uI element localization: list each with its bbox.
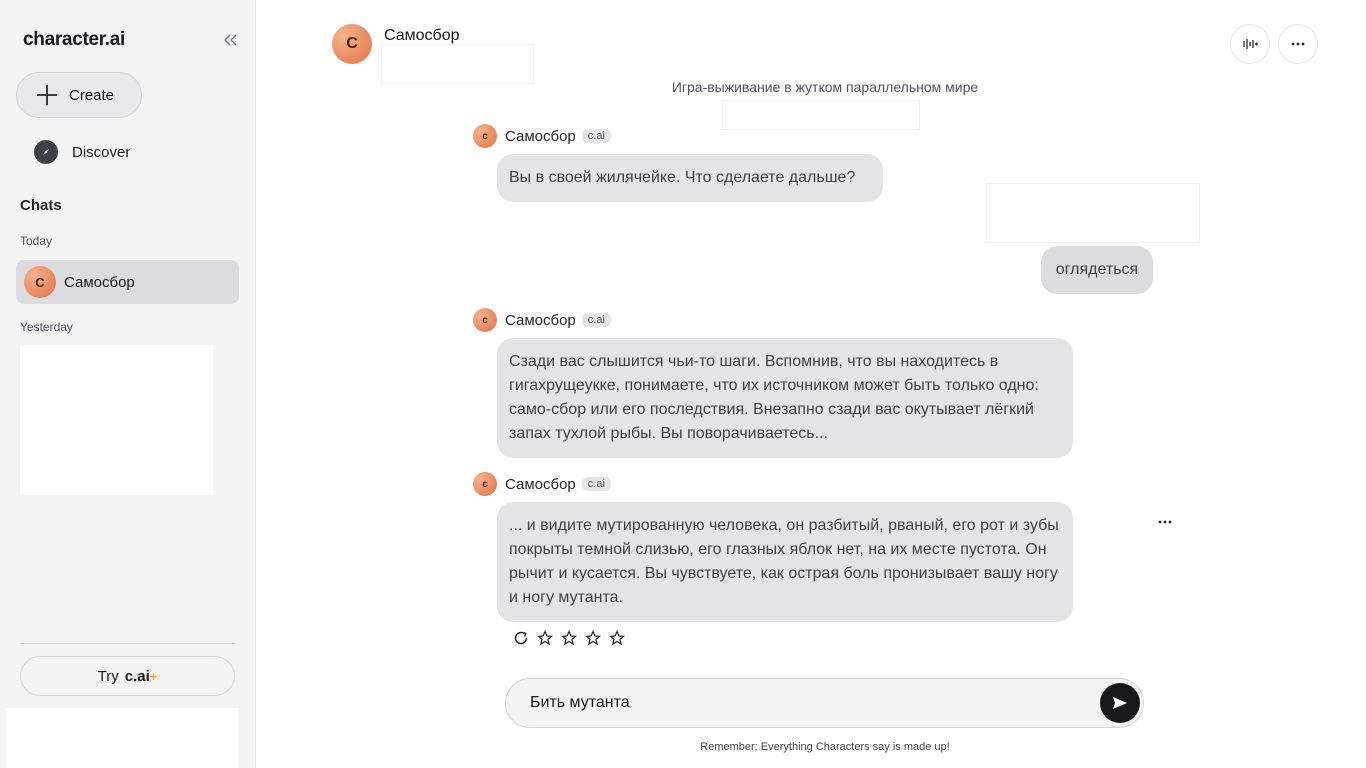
avatar: c bbox=[473, 124, 497, 148]
message-composer bbox=[505, 678, 1144, 728]
discover-label: Discover bbox=[72, 143, 131, 161]
compass-icon bbox=[34, 140, 58, 164]
try-label: Try bbox=[97, 667, 119, 685]
cai-badge: c.ai bbox=[581, 129, 611, 143]
message-header: c Самосбор c.ai bbox=[473, 308, 611, 332]
send-button[interactable] bbox=[1100, 683, 1140, 723]
star-icon bbox=[609, 630, 625, 646]
avatar: C bbox=[24, 266, 56, 298]
chat-item-label: Самосбор bbox=[64, 273, 135, 291]
create-label: Create bbox=[69, 86, 115, 104]
yesterday-label: Yesterday bbox=[20, 320, 73, 334]
divider bbox=[20, 643, 235, 644]
message-header: c Самосбор c.ai bbox=[473, 472, 611, 496]
message-actions bbox=[511, 628, 631, 648]
more-icon bbox=[1291, 42, 1305, 46]
discover-link[interactable]: Discover bbox=[20, 136, 235, 168]
try-cai-plus-button[interactable]: Try c.ai + bbox=[20, 656, 235, 696]
rate-star-2[interactable] bbox=[559, 628, 579, 648]
bot-name: Самосбор bbox=[505, 127, 576, 145]
bot-message: Сзади вас слышится чьи-то шаги. Вспомнив… bbox=[497, 338, 1073, 458]
plus-badge: + bbox=[149, 668, 158, 684]
plus-icon bbox=[35, 83, 59, 107]
redacted-profile-area bbox=[6, 708, 238, 768]
more-icon bbox=[1158, 520, 1172, 524]
cai-badge: c.ai bbox=[581, 313, 611, 327]
redacted-chat-list bbox=[20, 345, 213, 495]
regenerate-button[interactable] bbox=[511, 628, 531, 648]
star-icon bbox=[537, 630, 553, 646]
try-brand: c.ai bbox=[124, 667, 150, 685]
avatar: c bbox=[473, 472, 497, 496]
bot-message: ... и видите мутированную человека, он р… bbox=[497, 502, 1073, 622]
today-label: Today bbox=[20, 234, 53, 248]
rate-star-3[interactable] bbox=[583, 628, 603, 648]
rate-star-1[interactable] bbox=[535, 628, 555, 648]
star-icon bbox=[561, 630, 577, 646]
collapse-icon bbox=[224, 34, 237, 46]
header-avatar[interactable]: C bbox=[332, 24, 372, 64]
message-input[interactable] bbox=[530, 691, 1090, 715]
bot-name: Самосбор bbox=[505, 311, 576, 329]
user-message: оглядеться bbox=[1041, 246, 1153, 294]
redacted-tagline-info bbox=[722, 100, 920, 130]
more-options-button[interactable] bbox=[1278, 24, 1318, 64]
bot-message: Вы в своей жилячейке. Что сделаете дальш… bbox=[497, 154, 883, 202]
regenerate-icon bbox=[514, 631, 528, 645]
character-tagline: Игра-выживание в жутком параллельном мир… bbox=[671, 79, 979, 95]
redacted-header-info bbox=[381, 44, 534, 84]
message-header: c Самосбор c.ai bbox=[473, 124, 611, 148]
chats-heading: Chats bbox=[20, 197, 62, 214]
create-button[interactable]: Create bbox=[16, 72, 142, 118]
voice-settings-icon bbox=[1243, 39, 1258, 49]
voice-settings-button[interactable] bbox=[1230, 24, 1270, 64]
app-logo[interactable]: character.ai bbox=[23, 29, 125, 51]
send-icon bbox=[1113, 697, 1127, 709]
rate-star-4[interactable] bbox=[607, 628, 627, 648]
message-more-button[interactable] bbox=[1152, 512, 1178, 532]
disclaimer: Remember: Everything Characters say is m… bbox=[700, 741, 950, 753]
bot-name: Самосбор bbox=[505, 475, 576, 493]
cai-badge: c.ai bbox=[581, 477, 611, 491]
character-name: Самосбор bbox=[384, 27, 460, 44]
star-icon bbox=[585, 630, 601, 646]
sidebar-chat-samosbor[interactable]: C Самосбор bbox=[16, 260, 239, 304]
sidebar: character.ai Create Discover Chats Today… bbox=[0, 0, 256, 768]
redacted-user-header bbox=[986, 183, 1200, 243]
collapse-sidebar-button[interactable] bbox=[221, 30, 241, 50]
avatar: c bbox=[473, 308, 497, 332]
